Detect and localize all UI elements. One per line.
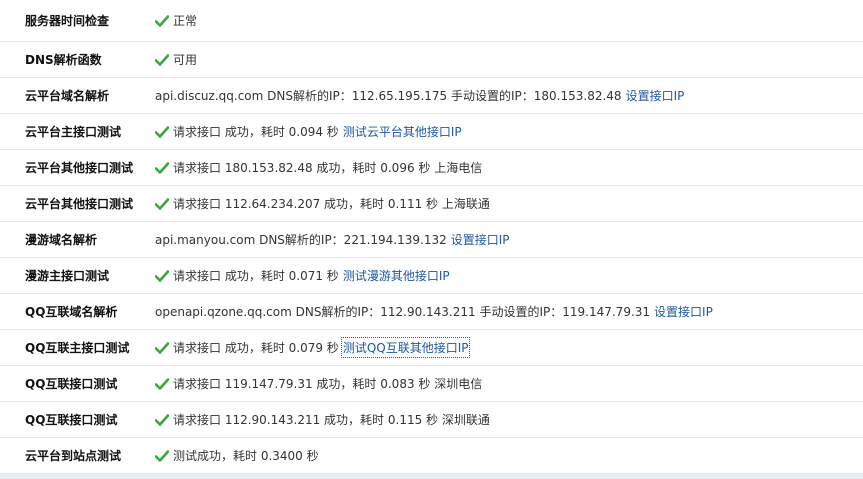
check-icon [155,14,169,27]
row-value: openapi.qzone.qq.com DNS解析的IP：112.90.143… [155,294,857,329]
row-label: 云平台其他接口测试 [25,161,134,175]
row-value: 测试成功，耗时 0.3400 秒 [155,438,857,473]
row-label: 漫游主接口测试 [25,269,110,283]
table-row: DNS解析函数 可用 [0,42,863,78]
check-icon [155,413,169,426]
table-row: 云平台其他接口测试 请求接口 180.153.82.48 成功，耗时 0.096 … [0,150,863,186]
row-status-text: 正常 [173,14,198,28]
table-row: QQ互联域名解析 openapi.qzone.qq.com DNS解析的IP：11… [0,294,863,330]
row-value: 请求接口 119.147.79.31 成功，耗时 0.083 秒 深圳电信 [155,366,857,401]
table-row: QQ互联接口测试 请求接口 119.147.79.31 成功，耗时 0.083 秒… [0,366,863,402]
row-label: QQ互联接口测试 [25,413,118,427]
row-label: QQ互联域名解析 [25,305,118,319]
row-action-link[interactable]: 测试漫游其他接口IP [343,267,450,284]
row-status-text: 请求接口 成功，耗时 0.079 秒 [173,341,339,355]
row-value: 请求接口 112.90.143.211 成功，耗时 0.115 秒 深圳联通 [155,402,857,437]
table-row: 漫游主接口测试 请求接口 成功，耗时 0.071 秒测试漫游其他接口IP [0,258,863,294]
row-value: 可用 [155,42,857,77]
row-value: 正常 [155,0,857,41]
row-status-text: 测试成功，耗时 0.3400 秒 [173,449,319,463]
check-icon [155,53,169,66]
row-status-text: 请求接口 119.147.79.31 成功，耗时 0.083 秒 深圳电信 [173,377,483,391]
row-value: 请求接口 成功，耗时 0.094 秒测试云平台其他接口IP [155,114,857,149]
bottom-scroll-strip [0,474,863,479]
row-value: api.discuz.qq.com DNS解析的IP：112.65.195.17… [155,78,857,113]
row-label: QQ互联接口测试 [25,377,118,391]
check-icon [155,269,169,282]
check-icon [155,449,169,462]
row-label: 服务器时间检查 [25,14,110,28]
table-row: QQ互联主接口测试 请求接口 成功，耗时 0.079 秒测试QQ互联其他接口IP [0,330,863,366]
cloud-diagnostic-table: 服务器时间检查 正常 DNS解析函数 可用云平台域名解析 api.discuz.qq.c… [0,0,863,474]
row-label: 漫游域名解析 [25,233,98,247]
row-label: DNS解析函数 [25,53,102,67]
row-status-text: 可用 [173,53,198,67]
table-row: 云平台域名解析 api.discuz.qq.com DNS解析的IP：112.65… [0,78,863,114]
row-action-link[interactable]: 测试QQ互联其他接口IP [340,337,471,358]
check-icon [155,125,169,138]
row-action-link[interactable]: 测试云平台其他接口IP [343,123,462,140]
row-status-text: api.discuz.qq.com DNS解析的IP：112.65.195.17… [155,89,622,103]
row-label: 云平台主接口测试 [25,125,122,139]
row-status-text: openapi.qzone.qq.com DNS解析的IP：112.90.143… [155,305,651,319]
row-value: 请求接口 180.153.82.48 成功，耗时 0.096 秒 上海电信 [155,150,857,185]
row-value: 请求接口 112.64.234.207 成功，耗时 0.111 秒 上海联通 [155,186,857,221]
check-icon [155,197,169,210]
row-status-text: 请求接口 112.90.143.211 成功，耗时 0.115 秒 深圳联通 [173,413,490,427]
row-value: 请求接口 成功，耗时 0.079 秒测试QQ互联其他接口IP [155,330,857,365]
row-action-link[interactable]: 设置接口IP [451,231,510,248]
table-row: 云平台其他接口测试 请求接口 112.64.234.207 成功，耗时 0.111… [0,186,863,222]
check-icon [155,377,169,390]
row-status-text: 请求接口 180.153.82.48 成功，耗时 0.096 秒 上海电信 [173,161,483,175]
row-action-link[interactable]: 设置接口IP [654,303,713,320]
table-row: 云平台主接口测试 请求接口 成功，耗时 0.094 秒测试云平台其他接口IP [0,114,863,150]
table-row: QQ互联接口测试 请求接口 112.90.143.211 成功，耗时 0.115 … [0,402,863,438]
row-value: api.manyou.com DNS解析的IP：221.194.139.132 设… [155,222,857,257]
row-status-text: 请求接口 成功，耗时 0.094 秒 [173,125,339,139]
check-icon [155,161,169,174]
row-status-text: api.manyou.com DNS解析的IP：221.194.139.132 [155,233,447,247]
table-row: 云平台到站点测试 测试成功，耗时 0.3400 秒 [0,438,863,474]
row-label: 云平台域名解析 [25,89,110,103]
check-icon [155,341,169,354]
row-value: 请求接口 成功，耗时 0.071 秒测试漫游其他接口IP [155,258,857,293]
row-status-text: 请求接口 成功，耗时 0.071 秒 [173,269,339,283]
row-label: 云平台到站点测试 [25,449,122,463]
row-status-text: 请求接口 112.64.234.207 成功，耗时 0.111 秒 上海联通 [173,197,490,211]
table-row: 漫游域名解析 api.manyou.com DNS解析的IP：221.194.13… [0,222,863,258]
table-row: 服务器时间检查 正常 [0,0,863,42]
row-label: QQ互联主接口测试 [25,341,130,355]
row-action-link[interactable]: 设置接口IP [626,87,685,104]
row-label: 云平台其他接口测试 [25,197,134,211]
